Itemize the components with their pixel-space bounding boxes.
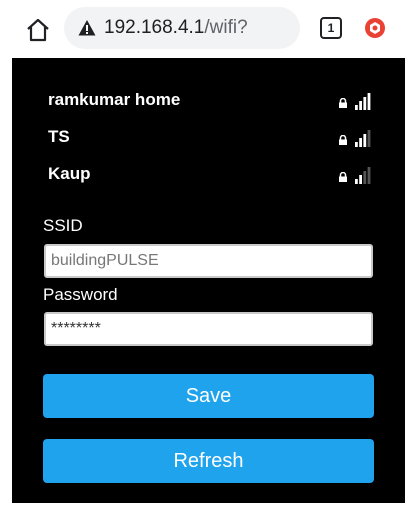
refresh-button[interactable]: Refresh [43, 439, 374, 483]
lock-icon [339, 98, 347, 108]
signal-bar [367, 130, 371, 147]
signal-strength-icon [355, 93, 371, 110]
signal-strength-icon [355, 167, 371, 184]
signal-bar [359, 138, 362, 147]
signal-bar [359, 175, 362, 184]
network-name: TS [48, 127, 70, 146]
url-host: 192.168.4.1 [104, 17, 205, 38]
network-name: ramkumar home [48, 90, 181, 109]
ssid-input[interactable]: buildingPULSE [44, 244, 373, 278]
wifi-config-panel: ramkumar home TS Kaup SSID buildingPULSE… [12, 58, 405, 503]
url-text: 192.168.4.1/wifi? [104, 17, 248, 39]
network-item[interactable]: ramkumar home [48, 90, 378, 114]
signal-bar [367, 93, 371, 110]
signal-bar [355, 142, 358, 147]
url-path: /wifi? [204, 17, 248, 38]
network-name: Kaup [48, 164, 91, 183]
signal-bar [359, 101, 362, 110]
address-bar[interactable]: 192.168.4.1/wifi? [64, 7, 300, 49]
lock-icon [339, 135, 347, 145]
lock-icon [339, 172, 347, 182]
red-hexagon-icon[interactable] [364, 17, 386, 39]
save-button[interactable]: Save [43, 374, 374, 418]
network-item[interactable]: Kaup [48, 164, 378, 188]
ssid-label: SSID [43, 216, 83, 235]
signal-bar [355, 179, 358, 184]
signal-bar [363, 171, 367, 184]
tab-switcher-button[interactable]: 1 [320, 17, 342, 39]
signal-strength-icon [355, 130, 371, 147]
home-icon[interactable] [24, 16, 52, 44]
browser-toolbar: 192.168.4.1/wifi? 1 [0, 0, 420, 58]
signal-bar [363, 97, 367, 110]
network-item[interactable]: TS [48, 127, 378, 151]
warning-triangle-icon[interactable] [78, 19, 96, 37]
signal-bar [355, 105, 358, 110]
signal-bar [367, 167, 371, 184]
signal-bar [363, 134, 367, 147]
password-input[interactable]: ******** [44, 312, 373, 346]
password-label: Password [43, 285, 118, 304]
